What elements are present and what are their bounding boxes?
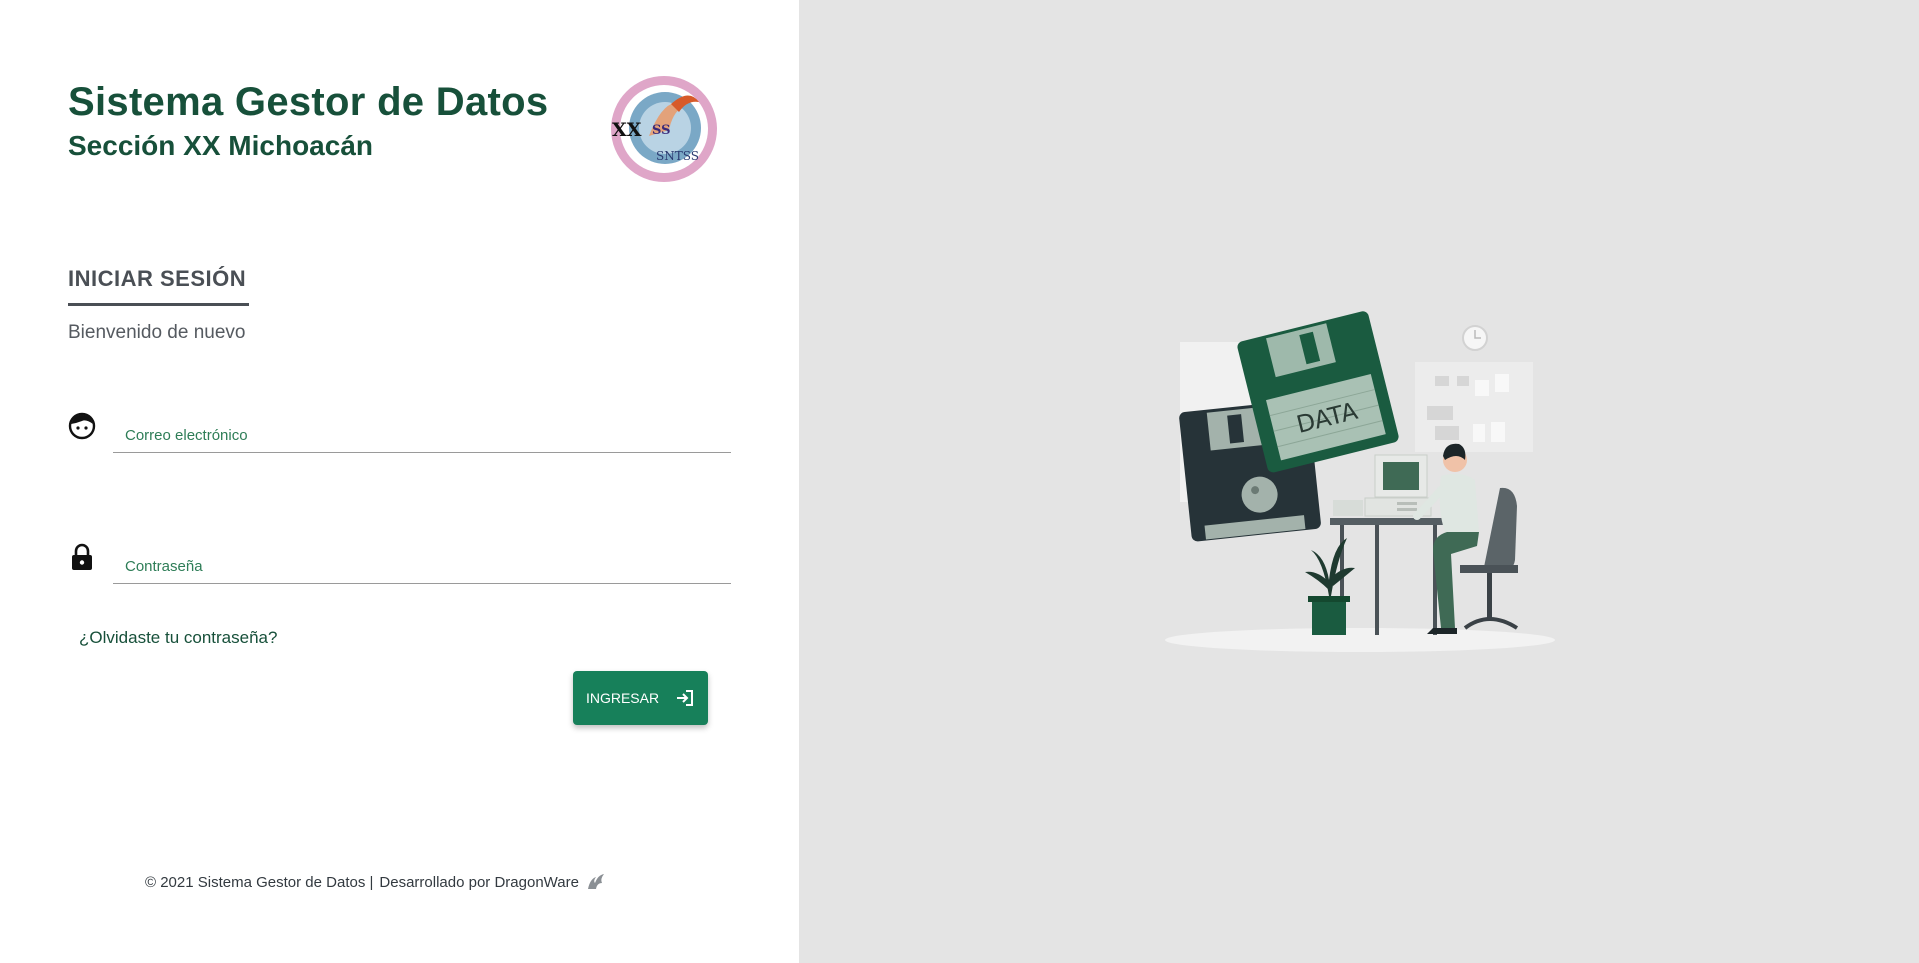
page-title: Sistema Gestor de Datos xyxy=(68,80,549,124)
password-field-group xyxy=(68,534,731,586)
footer-copyright: © 2021 Sistema Gestor de Datos | xyxy=(145,873,374,891)
footer: © 2021 Sistema Gestor de Datos | Desarro… xyxy=(145,871,607,893)
illustration-panel: DATA xyxy=(799,0,1919,963)
welcome-text: Bienvenido de nuevo xyxy=(68,322,246,343)
login-button[interactable]: INGRESAR xyxy=(573,671,708,725)
union-logo: XX SS SNTSS xyxy=(611,76,717,182)
footer-developer: Desarrollado por DragonWare xyxy=(379,873,579,891)
login-button-label: INGRESAR xyxy=(585,690,660,706)
login-icon xyxy=(677,690,694,706)
login-panel: Sistema Gestor de Datos Sección XX Micho… xyxy=(0,0,799,963)
page-subtitle: Sección XX Michoacán xyxy=(68,130,373,161)
login-heading: INICIAR SESIÓN xyxy=(68,266,247,291)
email-input[interactable] xyxy=(113,403,731,453)
lock-icon xyxy=(72,543,92,570)
svg-text:SS: SS xyxy=(652,123,671,138)
heading-underline xyxy=(68,303,249,306)
face-icon xyxy=(68,412,96,440)
password-input[interactable] xyxy=(113,534,731,584)
dragon-icon xyxy=(587,874,604,889)
data-illustration: DATA xyxy=(1165,311,1555,652)
email-field-group xyxy=(68,403,731,455)
forgot-password-link[interactable]: ¿Olvidaste tu contraseña? xyxy=(79,628,277,648)
login-page: Sistema Gestor de Datos Sección XX Micho… xyxy=(0,0,1919,963)
svg-text:SNTSS: SNTSS xyxy=(656,149,699,163)
svg-text:XX: XX xyxy=(612,119,642,141)
